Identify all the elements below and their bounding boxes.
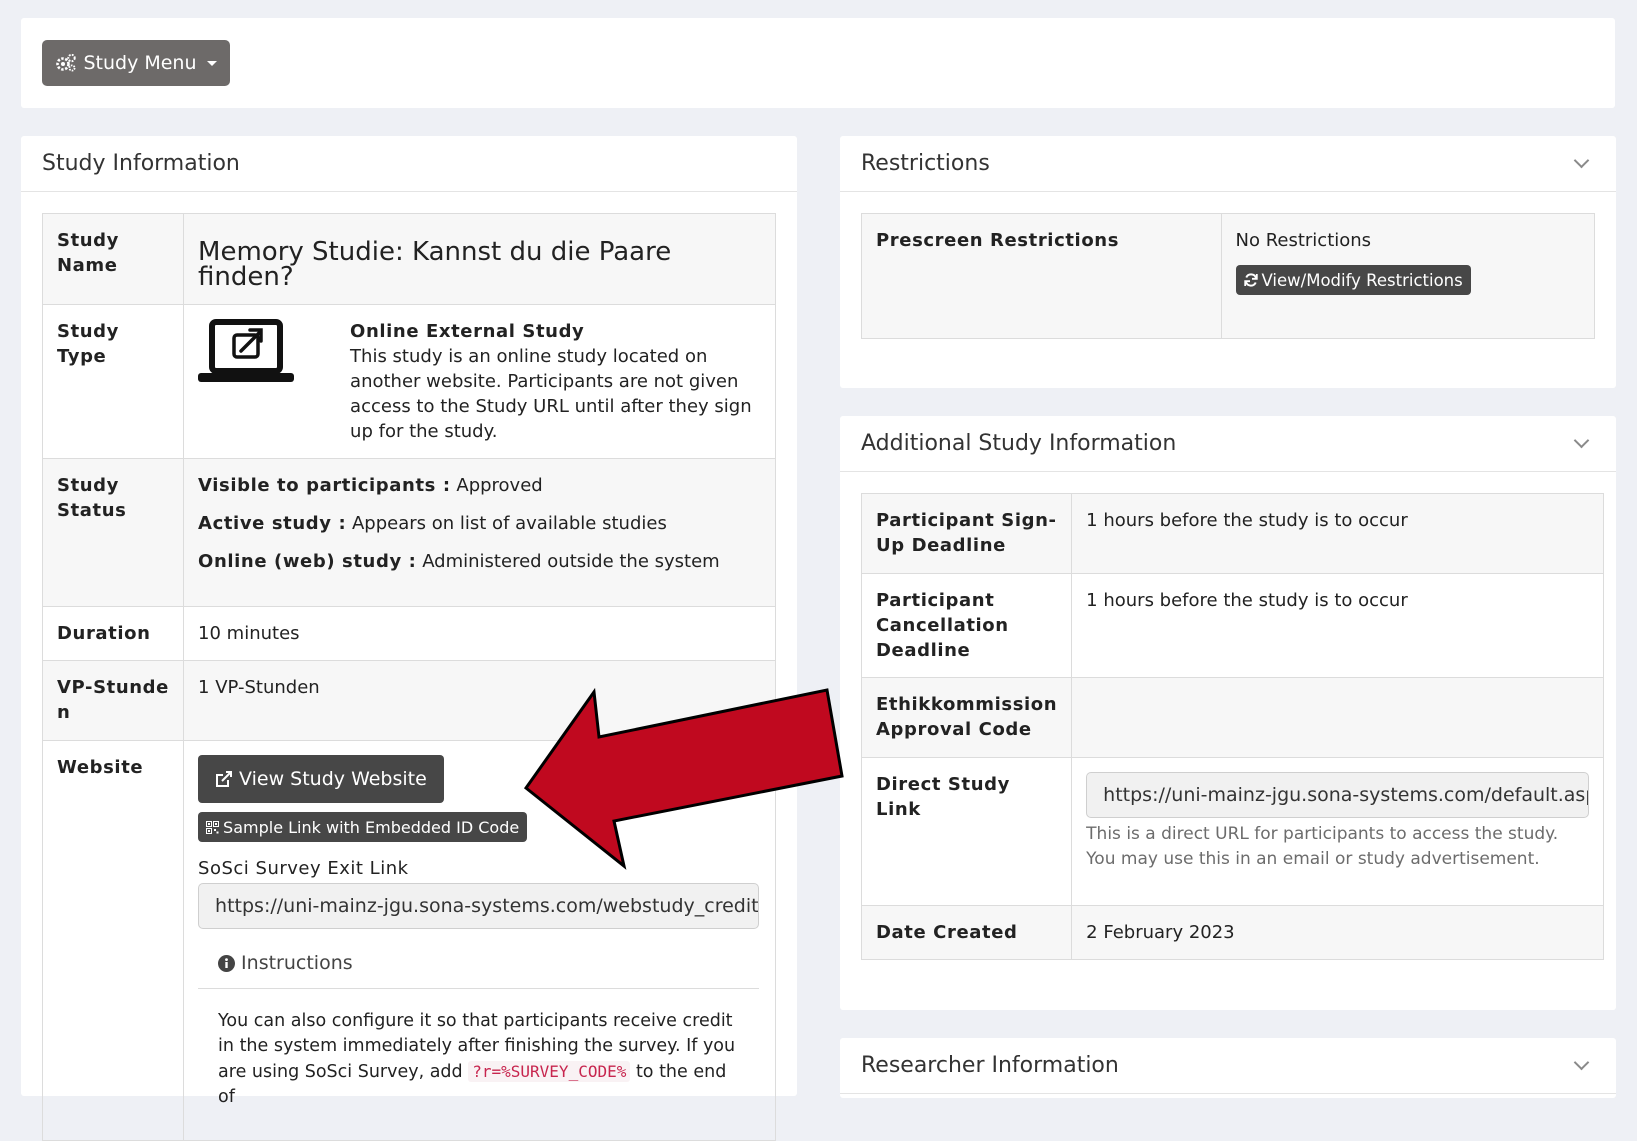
panel-header: Study Information xyxy=(21,136,797,192)
vp-stunden-label: VP-Stunden xyxy=(41,660,185,741)
row-website: Website View Study Website Sample Link w… xyxy=(41,740,776,1141)
instructions-text: You can also configure it so that partic… xyxy=(198,989,759,1110)
panel-title: Additional Study Information xyxy=(861,431,1177,456)
status-online-key: Online (web) study : xyxy=(198,551,417,572)
exit-link-value: https://uni-mainz-jgu.sona-systems.com/w… xyxy=(215,894,760,917)
date-created-value: 2 February 2023 xyxy=(1071,905,1605,960)
website-cell: View Study Website Sample Link with Embe… xyxy=(183,740,776,1141)
info-circle-icon xyxy=(218,955,236,972)
ethik-code-label: Ethikkommission Approval Code xyxy=(860,677,1073,758)
study-name-value: Memory Studie: Kannst du die Paare finde… xyxy=(183,213,776,305)
sample-link-button[interactable]: Sample Link with Embedded ID Code xyxy=(198,812,528,842)
direct-link-cell: https://uni-mainz-jgu.sona-systems.com/d… xyxy=(1071,757,1605,906)
status-visible-key: Visible to participants : xyxy=(198,475,451,496)
status-online-value: Administered outside the system xyxy=(422,551,720,572)
study-type-title: Online External Study xyxy=(350,321,585,342)
restrictions-table: Prescreen Restrictions No Restrictions V… xyxy=(861,213,1595,339)
caret-down-icon xyxy=(206,60,217,66)
status-active-value: Appears on list of available studies xyxy=(351,513,667,534)
study-information-panel: Study Information Study Name Memory Stud… xyxy=(21,136,797,1141)
gears-icon xyxy=(56,53,77,72)
signup-deadline-value: 1 hours before the study is to occur xyxy=(1071,493,1605,574)
panel-title: Restrictions xyxy=(861,151,990,176)
row-direct-link: Direct Study Link https://uni-mainz-jgu.… xyxy=(860,757,1605,906)
study-type-description: This study is an online study located on… xyxy=(350,346,752,442)
study-type-label: Study Type xyxy=(41,304,185,459)
view-study-website-label: View Study Website xyxy=(239,767,427,790)
exit-link-label: SoSci Survey Exit Link xyxy=(198,858,409,879)
row-prescreen: Prescreen Restrictions No Restrictions V… xyxy=(861,213,1595,339)
signup-deadline-label: Participant Sign-Up Deadline xyxy=(860,493,1073,574)
row-vp-stunden: VP-Stunden 1 VP-Stunden xyxy=(41,660,776,741)
row-duration: Duration 10 minutes xyxy=(41,606,776,661)
researcher-info-panel: Researcher Information xyxy=(840,1038,1616,1098)
panel-title: Researcher Information xyxy=(861,1053,1119,1078)
row-study-name: Study Name Memory Studie: Kannst du die … xyxy=(41,213,776,305)
study-info-table: Study Name Memory Studie: Kannst du die … xyxy=(41,213,776,1141)
qrcode-icon xyxy=(206,820,220,834)
panel-title: Study Information xyxy=(42,151,240,176)
additional-info-panel: Additional Study Information Participant… xyxy=(840,416,1616,1010)
direct-link-label: Direct Study Link xyxy=(860,757,1073,906)
panel-header[interactable]: Additional Study Information xyxy=(840,416,1616,472)
laptop-external-link-icon xyxy=(198,319,295,382)
study-status-cell: Visible to participants : Approved Activ… xyxy=(183,458,776,607)
row-ethik-code: Ethikkommission Approval Code xyxy=(860,677,1605,758)
instructions-label: Instructions xyxy=(241,952,353,974)
prescreen-value: No Restrictions xyxy=(1235,230,1372,251)
sample-link-label: Sample Link with Embedded ID Code xyxy=(223,817,520,837)
date-created-label: Date Created xyxy=(860,905,1073,960)
prescreen-label: Prescreen Restrictions xyxy=(861,213,1222,339)
row-cancel-deadline: Participant Cancellation Deadline 1 hour… xyxy=(860,573,1605,678)
view-study-website-button[interactable]: View Study Website xyxy=(198,755,444,803)
survey-code-snippet: ?r=%SURVEY_CODE% xyxy=(468,1061,631,1082)
study-menu-button[interactable]: Study Menu xyxy=(42,40,230,86)
row-study-status: Study Status Visible to participants : A… xyxy=(41,458,776,607)
prescreen-cell: No Restrictions View/Modify Restrictions xyxy=(1220,213,1595,339)
study-name-label: Study Name xyxy=(41,213,185,305)
status-visible-value: Approved xyxy=(456,475,543,496)
row-date-created: Date Created 2 February 2023 xyxy=(860,905,1605,960)
row-signup-deadline: Participant Sign-Up Deadline 1 hours bef… xyxy=(860,493,1605,574)
external-link-icon xyxy=(216,771,233,787)
study-status-label: Study Status xyxy=(41,458,185,607)
exit-link-input[interactable]: https://uni-mainz-jgu.sona-systems.com/w… xyxy=(198,883,760,929)
panel-header[interactable]: Researcher Information xyxy=(840,1038,1616,1094)
instructions-header[interactable]: Instructions xyxy=(198,951,760,989)
cancel-deadline-value: 1 hours before the study is to occur xyxy=(1071,573,1605,678)
additional-info-table: Participant Sign-Up Deadline 1 hours bef… xyxy=(860,493,1605,960)
cancel-deadline-label: Participant Cancellation Deadline xyxy=(860,573,1073,678)
direct-link-input[interactable]: https://uni-mainz-jgu.sona-systems.com/d… xyxy=(1086,772,1590,818)
direct-link-help: This is a direct URL for participants to… xyxy=(1086,824,1559,869)
website-label: Website xyxy=(41,740,185,1141)
restrictions-panel: Restrictions Prescreen Restrictions No R… xyxy=(840,136,1616,388)
top-bar: Study Menu xyxy=(21,18,1615,108)
row-study-type: Study Type Online External Study This st… xyxy=(41,304,776,459)
direct-link-value: https://uni-mainz-jgu.sona-systems.com/d… xyxy=(1103,783,1590,806)
chevron-down-icon[interactable] xyxy=(1573,152,1590,169)
status-active-key: Active study : xyxy=(198,513,347,534)
ethik-code-value xyxy=(1071,677,1605,758)
chevron-down-icon[interactable] xyxy=(1573,1054,1590,1071)
vp-stunden-value: 1 VP-Stunden xyxy=(183,660,776,741)
duration-label: Duration xyxy=(41,606,185,661)
view-modify-restrictions-label: View/Modify Restrictions xyxy=(1261,270,1463,290)
chevron-down-icon[interactable] xyxy=(1573,432,1590,449)
study-type-cell: Online External Study This study is an o… xyxy=(183,304,776,459)
refresh-icon xyxy=(1243,273,1258,287)
study-menu-label: Study Menu xyxy=(83,52,197,74)
duration-value: 10 minutes xyxy=(183,606,776,661)
view-modify-restrictions-button[interactable]: View/Modify Restrictions xyxy=(1235,265,1471,295)
panel-header[interactable]: Restrictions xyxy=(840,136,1616,192)
